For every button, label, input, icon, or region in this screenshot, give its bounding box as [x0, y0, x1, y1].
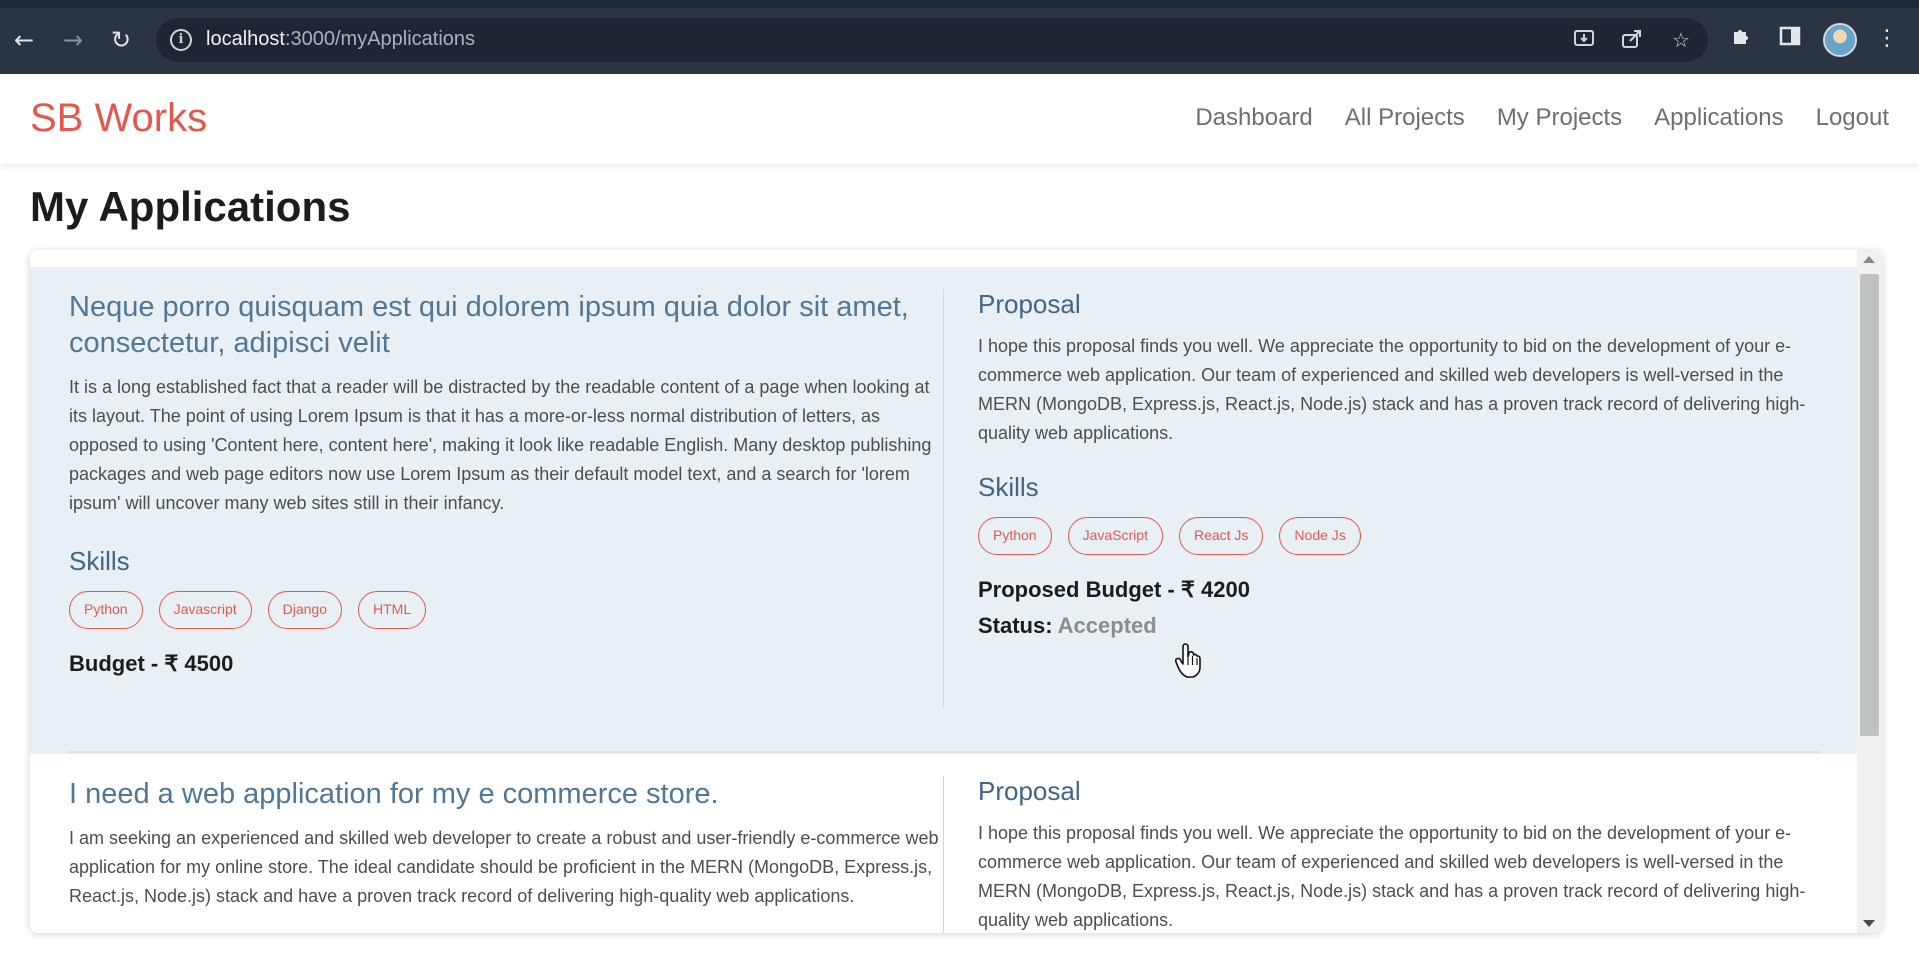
site-info-icon[interactable]: i — [170, 29, 192, 51]
proposal-skills-heading: Skills — [978, 472, 1039, 502]
nav-logout[interactable]: Logout — [1816, 104, 1889, 132]
project-budget: Budget - ₹ 4500 — [69, 651, 234, 676]
project-title[interactable]: Neque porro quisquam est qui dolorem ips… — [69, 289, 939, 361]
skills-heading: Skills — [69, 546, 130, 576]
back-arrow-icon[interactable]: ← — [8, 24, 40, 56]
brand-logo[interactable]: SB Works — [30, 96, 207, 141]
url-text[interactable]: localhost:3000/myApplications — [206, 28, 475, 51]
tab-strip-edge — [0, 0, 1919, 8]
proposal-skills-chips: Python JavaScript React Js Node Js — [978, 517, 1828, 555]
nav-applications[interactable]: Applications — [1654, 104, 1783, 132]
proposed-budget: Proposed Budget - ₹ 4200 — [978, 577, 1250, 602]
kebab-menu-icon[interactable]: ⋮ — [1872, 24, 1902, 54]
skill-chip: Django — [267, 591, 342, 629]
side-panel-icon[interactable] — [1775, 24, 1805, 54]
app-header: SB Works Dashboard All Projects My Proje… — [0, 74, 1919, 164]
column-divider — [943, 289, 944, 707]
proposal-details: Proposal I hope this proposal finds you … — [978, 776, 1828, 933]
url-host: localhost — [206, 28, 285, 50]
page-title: My Applications — [30, 183, 351, 230]
skill-chip: Python — [978, 517, 1052, 555]
main-nav: Dashboard All Projects My Projects Appli… — [1195, 104, 1889, 132]
install-app-icon[interactable] — [1571, 27, 1597, 53]
skill-chip: HTML — [358, 591, 427, 629]
bookmark-star-icon[interactable]: ☆ — [1668, 27, 1694, 53]
profile-avatar[interactable] — [1823, 23, 1857, 57]
skill-chip: Python — [69, 591, 143, 629]
project-title[interactable]: I need a web application for my e commer… — [69, 776, 939, 812]
project-description: I am seeking an experienced and skilled … — [69, 828, 939, 906]
scroll-down-icon[interactable] — [1863, 920, 1875, 927]
reload-icon[interactable]: ↻ — [105, 24, 137, 56]
applications-list: Neque porro quisquam est qui dolorem ips… — [30, 250, 1882, 933]
status-label: Status: — [978, 613, 1053, 638]
column-divider — [943, 776, 944, 933]
project-details: I need a web application for my e commer… — [69, 776, 939, 911]
scroll-thumb[interactable] — [1860, 274, 1879, 736]
application-card[interactable]: I need a web application for my e commer… — [30, 754, 1857, 933]
skill-chip: Node Js — [1279, 517, 1361, 555]
skill-chip: JavaScript — [1067, 517, 1163, 555]
skill-chip: Javascript — [158, 591, 252, 629]
proposal-text: I hope this proposal finds you well. We … — [978, 823, 1806, 930]
proposal-heading: Proposal — [978, 289, 1081, 319]
project-description: It is a long established fact that a rea… — [69, 377, 932, 513]
browser-toolbar: ← → ↻ i localhost:3000/myApplications ☆ … — [0, 0, 1919, 74]
proposal-heading: Proposal — [978, 776, 1081, 806]
scroll-up-icon[interactable] — [1863, 256, 1875, 263]
card-divider — [69, 751, 1819, 753]
nav-my-projects[interactable]: My Projects — [1497, 104, 1622, 132]
skill-chip: React Js — [1178, 517, 1264, 555]
application-card[interactable]: Neque porro quisquam est qui dolorem ips… — [30, 267, 1857, 754]
nav-all-projects[interactable]: All Projects — [1345, 104, 1465, 132]
address-bar[interactable]: i localhost:3000/myApplications ☆ — [156, 18, 1708, 62]
forward-arrow-icon[interactable]: → — [57, 24, 89, 56]
skills-chips: Python Javascript Django HTML — [69, 591, 939, 629]
nav-dashboard[interactable]: Dashboard — [1195, 104, 1312, 132]
url-path: :3000/myApplications — [284, 28, 476, 50]
puzzle-extensions-icon[interactable] — [1727, 24, 1757, 54]
project-details: Neque porro quisquam est qui dolorem ips… — [69, 289, 939, 677]
status-value: Accepted — [1057, 613, 1157, 638]
list-scrollbar[interactable] — [1857, 250, 1882, 933]
hand-pointer-icon — [1174, 643, 1204, 679]
share-icon[interactable] — [1619, 27, 1645, 53]
proposal-details: Proposal I hope this proposal finds you … — [978, 289, 1828, 639]
application-status: Status: Accepted — [978, 613, 1828, 639]
proposal-text: I hope this proposal finds you well. We … — [978, 336, 1806, 443]
